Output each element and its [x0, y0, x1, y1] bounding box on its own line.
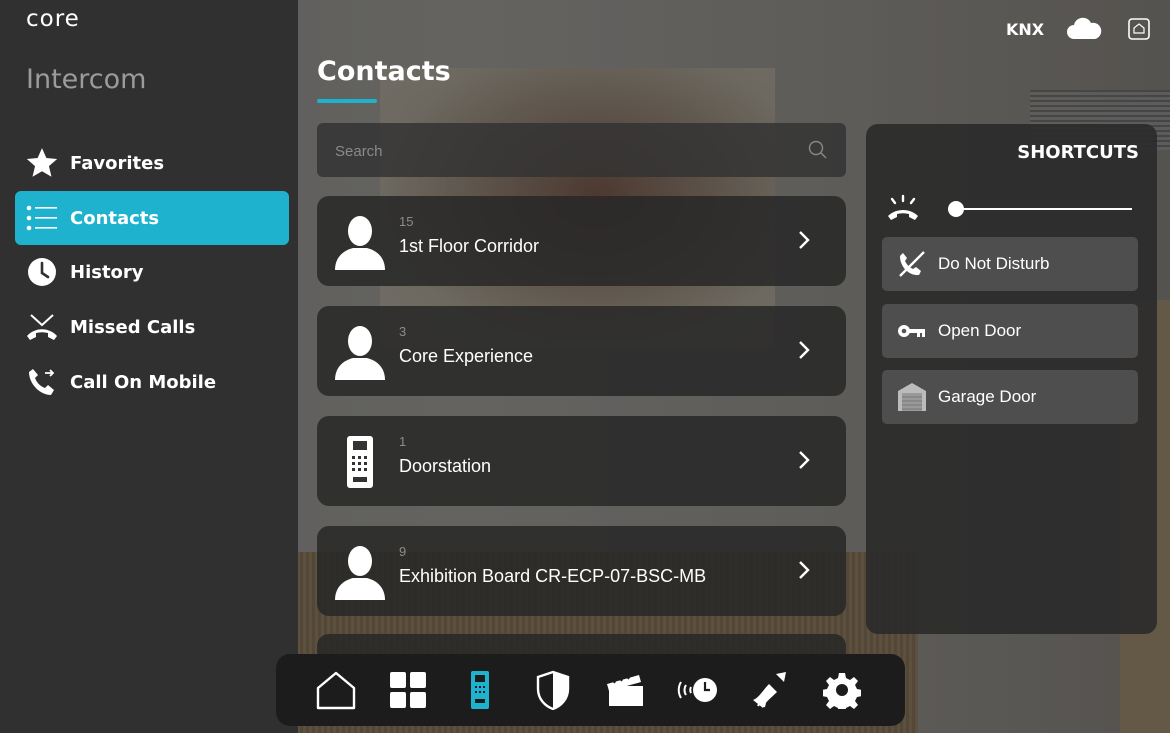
title-underline	[317, 99, 377, 103]
star-icon	[24, 145, 60, 181]
contact-name: Core Experience	[399, 346, 534, 366]
slider-thumb[interactable]	[948, 201, 964, 217]
bottom-dock	[276, 654, 905, 726]
contact-name: Exhibition Board CR-ECP-07-BSC-MB	[399, 566, 707, 586]
chevron-right-icon	[798, 230, 810, 254]
contact-card[interactable]: 15 1st Floor Corridor	[317, 196, 846, 286]
sidebar-item-contacts[interactable]: Contacts	[15, 191, 289, 245]
shortcuts-panel: SHORTCUTS Do Not Disturb Open Door Garag…	[866, 124, 1157, 634]
intercom-icon[interactable]	[458, 668, 502, 712]
garage-door-label: Garage Door	[938, 387, 1037, 406]
search-icon[interactable]	[808, 140, 828, 164]
grid-icon[interactable]	[386, 668, 430, 712]
do-not-disturb-label: Do Not Disturb	[938, 254, 1050, 273]
chevron-right-icon	[798, 560, 810, 584]
person-icon	[333, 214, 387, 270]
dnd-phone-icon	[896, 248, 928, 280]
sidebar-item-favorites[interactable]: Favorites	[15, 136, 289, 190]
home-icon[interactable]	[314, 668, 358, 712]
cleaning-icon[interactable]	[748, 668, 792, 712]
search-bar	[317, 123, 846, 179]
sidebar: core Intercom Favorites Contacts History	[0, 0, 298, 733]
sidebar-item-label: History	[70, 261, 144, 283]
contact-card[interactable]: 9 Exhibition Board CR-ECP-07-BSC-MB	[317, 526, 846, 616]
key-icon	[896, 315, 928, 347]
do-not-disturb-button[interactable]: Do Not Disturb	[882, 237, 1138, 291]
search-input[interactable]	[317, 123, 807, 179]
page-title: Contacts	[317, 56, 451, 87]
sidebar-item-call-on-mobile[interactable]: Call On Mobile	[15, 355, 289, 409]
person-icon	[333, 324, 387, 380]
contact-number: 15	[399, 214, 414, 229]
open-door-label: Open Door	[938, 321, 1022, 340]
clock-icon	[24, 254, 60, 290]
contact-name: Doorstation	[399, 456, 492, 476]
knx-status[interactable]: KNX	[1006, 20, 1044, 39]
core-logo: core	[26, 6, 80, 32]
person-icon	[333, 544, 387, 600]
sidebar-item-history[interactable]: History	[15, 245, 289, 299]
sidebar-item-label: Favorites	[70, 152, 165, 174]
contact-card[interactable]: 1 Doorstation	[317, 416, 846, 506]
phone-forward-icon	[24, 364, 60, 400]
security-shield-icon[interactable]	[531, 668, 575, 712]
contact-name: 1st Floor Corridor	[399, 236, 540, 256]
sidebar-item-missed-calls[interactable]: Missed Calls	[15, 300, 289, 354]
open-door-button[interactable]: Open Door	[882, 304, 1138, 358]
ringer-volume-slider[interactable]	[886, 194, 1136, 224]
slider-track	[954, 208, 1132, 210]
sidebar-item-label: Contacts	[70, 207, 160, 229]
sidebar-item-label: Missed Calls	[70, 316, 196, 338]
garage-door-button[interactable]: Garage Door	[882, 370, 1138, 424]
shortcuts-title: SHORTCUTS	[1017, 142, 1139, 163]
list-icon	[24, 200, 60, 236]
ringer-icon	[886, 194, 920, 226]
chevron-right-icon	[798, 450, 810, 474]
settings-gear-icon[interactable]	[820, 668, 864, 712]
contact-number: 3	[399, 324, 407, 339]
app-title: Intercom	[26, 64, 147, 95]
timer-icon[interactable]	[675, 668, 719, 712]
chevron-right-icon	[798, 340, 810, 364]
contact-number: 9	[399, 544, 407, 559]
scene-clapper-icon[interactable]	[603, 668, 647, 712]
sidebar-item-label: Call On Mobile	[70, 371, 217, 393]
contact-card[interactable]: 3 Core Experience	[317, 306, 846, 396]
home-box-icon[interactable]	[1128, 18, 1150, 44]
contact-number: 1	[399, 434, 407, 449]
missed-call-icon	[24, 309, 60, 345]
cloud-icon[interactable]	[1066, 17, 1102, 45]
doorstation-icon	[333, 434, 387, 490]
garage-icon	[896, 381, 928, 413]
